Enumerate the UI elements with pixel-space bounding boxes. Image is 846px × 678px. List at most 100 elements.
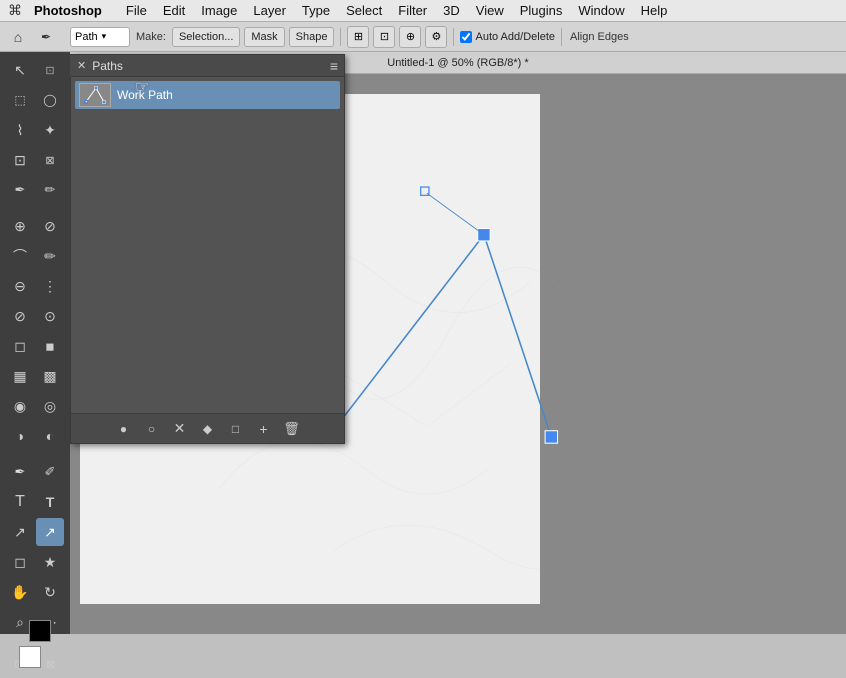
- tool-row-11: ▦ ▩: [6, 362, 64, 390]
- panel-menu-icon[interactable]: ≡: [330, 58, 338, 74]
- pen-tool[interactable]: ✒: [6, 458, 34, 486]
- shape-button[interactable]: Shape: [289, 27, 335, 47]
- panel-header: ✕ Paths ≡: [71, 55, 344, 77]
- menu-view[interactable]: View: [468, 0, 512, 22]
- artboard-tool[interactable]: ⊡: [36, 56, 64, 84]
- app-name: Photoshop: [34, 3, 102, 18]
- fill-path-btn[interactable]: ●: [114, 419, 134, 439]
- make-work-path-btn[interactable]: ◆: [198, 419, 218, 439]
- eraser-tool[interactable]: ◻: [6, 332, 34, 360]
- color-sampler-tool[interactable]: ✏: [36, 176, 64, 204]
- menu-window[interactable]: Window: [570, 0, 632, 22]
- menu-file[interactable]: File: [118, 0, 155, 22]
- art-history-tool[interactable]: ⊙: [36, 302, 64, 330]
- sharpen-tool[interactable]: ◎: [36, 392, 64, 420]
- shape-tool[interactable]: ◻: [6, 548, 34, 576]
- new-path-btn[interactable]: +: [254, 419, 274, 439]
- menu-layer[interactable]: Layer: [245, 0, 294, 22]
- gradient-tool[interactable]: ▦: [6, 362, 34, 390]
- blur-tool[interactable]: ◉: [6, 392, 34, 420]
- slice-tool[interactable]: ⊠: [36, 146, 64, 174]
- tool-row-12: ◉ ◎: [6, 392, 64, 420]
- tool-row-13: ◑ ◐: [6, 422, 64, 450]
- tool-row-10: ◻ ◼: [6, 332, 64, 360]
- brush-tool[interactable]: ⌒: [6, 242, 34, 270]
- menu-3d[interactable]: 3D: [435, 0, 468, 22]
- toolbar: ↖ ⊡ ⬚ ◯ ⌇ ✦ ⊡ ⊠ ✒ ✏ ⊕ ⊘ ⌒ ✏ ⊖ ⋮: [0, 52, 70, 634]
- path-selection-tool[interactable]: ↗: [6, 518, 34, 546]
- auto-add-delete-label: Auto Add/Delete: [475, 31, 555, 43]
- marquee-ellipse-tool[interactable]: ◯: [36, 86, 64, 114]
- path-arrangement-icon[interactable]: ⚙: [425, 26, 447, 48]
- menu-help[interactable]: Help: [633, 0, 676, 22]
- history-brush-tool[interactable]: ⊘: [6, 302, 34, 330]
- paths-tab[interactable]: Paths: [92, 59, 123, 73]
- tool-row-7: ⌒ ✏: [6, 242, 64, 270]
- tool-row-15: T T: [6, 488, 64, 516]
- bg-eraser-tool[interactable]: ◼: [36, 332, 64, 360]
- path-operations-icon[interactable]: ⊕: [399, 26, 421, 48]
- panel-collapse-button[interactable]: ‹‹: [70, 55, 71, 77]
- separator-2: [453, 28, 454, 46]
- clone-tool[interactable]: ⊖: [6, 272, 34, 300]
- dropdown-arrow: ▾: [102, 31, 107, 42]
- document-title: Untitled-1 @ 50% (RGB/8*) *: [387, 57, 528, 69]
- menu-plugins[interactable]: Plugins: [512, 0, 571, 22]
- paint-bucket-tool[interactable]: ▩: [36, 362, 64, 390]
- panel-footer: ● ○ ✕ ◆ □ + 🗑: [71, 413, 344, 443]
- foreground-color-swatch[interactable]: [19, 646, 41, 668]
- add-mask-btn[interactable]: □: [226, 419, 246, 439]
- tool-row-9: ⊘ ⊙: [6, 302, 64, 330]
- align-right-icon[interactable]: ⊡: [373, 26, 395, 48]
- selection-button[interactable]: Selection...: [172, 27, 240, 47]
- tool-mode-dropdown[interactable]: Path ▾: [70, 27, 130, 47]
- options-bar: ⌂ ✒ Path ▾ Make: Selection... Mask Shape…: [0, 22, 846, 52]
- freeform-pen-tool[interactable]: ✐: [36, 458, 64, 486]
- work-path-thumbnail: [79, 83, 111, 107]
- tool-row-16: ↗ ↗: [6, 518, 64, 546]
- type-v-tool[interactable]: T: [36, 488, 64, 516]
- apple-logo[interactable]: ⌘: [8, 2, 22, 19]
- auto-add-delete-checkbox[interactable]: [460, 31, 472, 43]
- rotate-view-tool[interactable]: ↻: [36, 578, 64, 606]
- work-path-item[interactable]: Work Path ☞: [75, 81, 340, 109]
- menu-edit[interactable]: Edit: [155, 0, 193, 22]
- eyedropper-tool[interactable]: ✒: [6, 176, 34, 204]
- pen-tool-icon[interactable]: ✒: [34, 25, 58, 49]
- type-tool[interactable]: T: [6, 488, 34, 516]
- menu-type[interactable]: Type: [294, 0, 338, 22]
- menu-select[interactable]: Select: [338, 0, 390, 22]
- separator-3: [561, 28, 562, 46]
- stroke-path-btn[interactable]: ○: [142, 419, 162, 439]
- move-tool[interactable]: ↖: [6, 56, 34, 84]
- patch-tool[interactable]: ⊘: [36, 212, 64, 240]
- mask-button[interactable]: Mask: [244, 27, 284, 47]
- healing-tool[interactable]: ⊕: [6, 212, 34, 240]
- tool-row-1: ↖ ⊡: [6, 56, 64, 84]
- delete-path-btn[interactable]: 🗑: [282, 419, 302, 439]
- screen-mode-icon[interactable]: ⊠: [37, 650, 65, 678]
- marquee-rect-tool[interactable]: ⬚: [6, 86, 34, 114]
- load-selection-btn[interactable]: ✕: [170, 419, 190, 439]
- crop-tool[interactable]: ⊡: [6, 146, 34, 174]
- menu-image[interactable]: Image: [193, 0, 245, 22]
- menu-filter[interactable]: Filter: [390, 0, 435, 22]
- pencil-tool[interactable]: ✏: [36, 242, 64, 270]
- magic-wand-tool[interactable]: ✦: [36, 116, 64, 144]
- custom-shape-tool[interactable]: ★: [36, 548, 64, 576]
- pattern-tool[interactable]: ⋮: [36, 272, 64, 300]
- tool-row-4: ⊡ ⊠: [6, 146, 64, 174]
- tool-row-17: ◻ ★: [6, 548, 64, 576]
- home-icon[interactable]: ⌂: [6, 25, 30, 49]
- direct-selection-tool[interactable]: ↗: [36, 518, 64, 546]
- dodge-tool[interactable]: ◑: [6, 422, 34, 450]
- panel-close-btn[interactable]: ✕: [77, 59, 86, 72]
- make-label: Make:: [136, 31, 166, 43]
- paths-panel: ‹‹ ✕ Paths ≡: [70, 54, 345, 444]
- lasso-tool[interactable]: ⌇: [6, 116, 34, 144]
- background-color-swatch[interactable]: [29, 620, 51, 642]
- align-edges-label: Align Edges: [570, 31, 629, 43]
- hand-tool[interactable]: ✋: [6, 578, 34, 606]
- burn-tool[interactable]: ◐: [36, 422, 64, 450]
- align-left-icon[interactable]: ⊞: [347, 26, 369, 48]
